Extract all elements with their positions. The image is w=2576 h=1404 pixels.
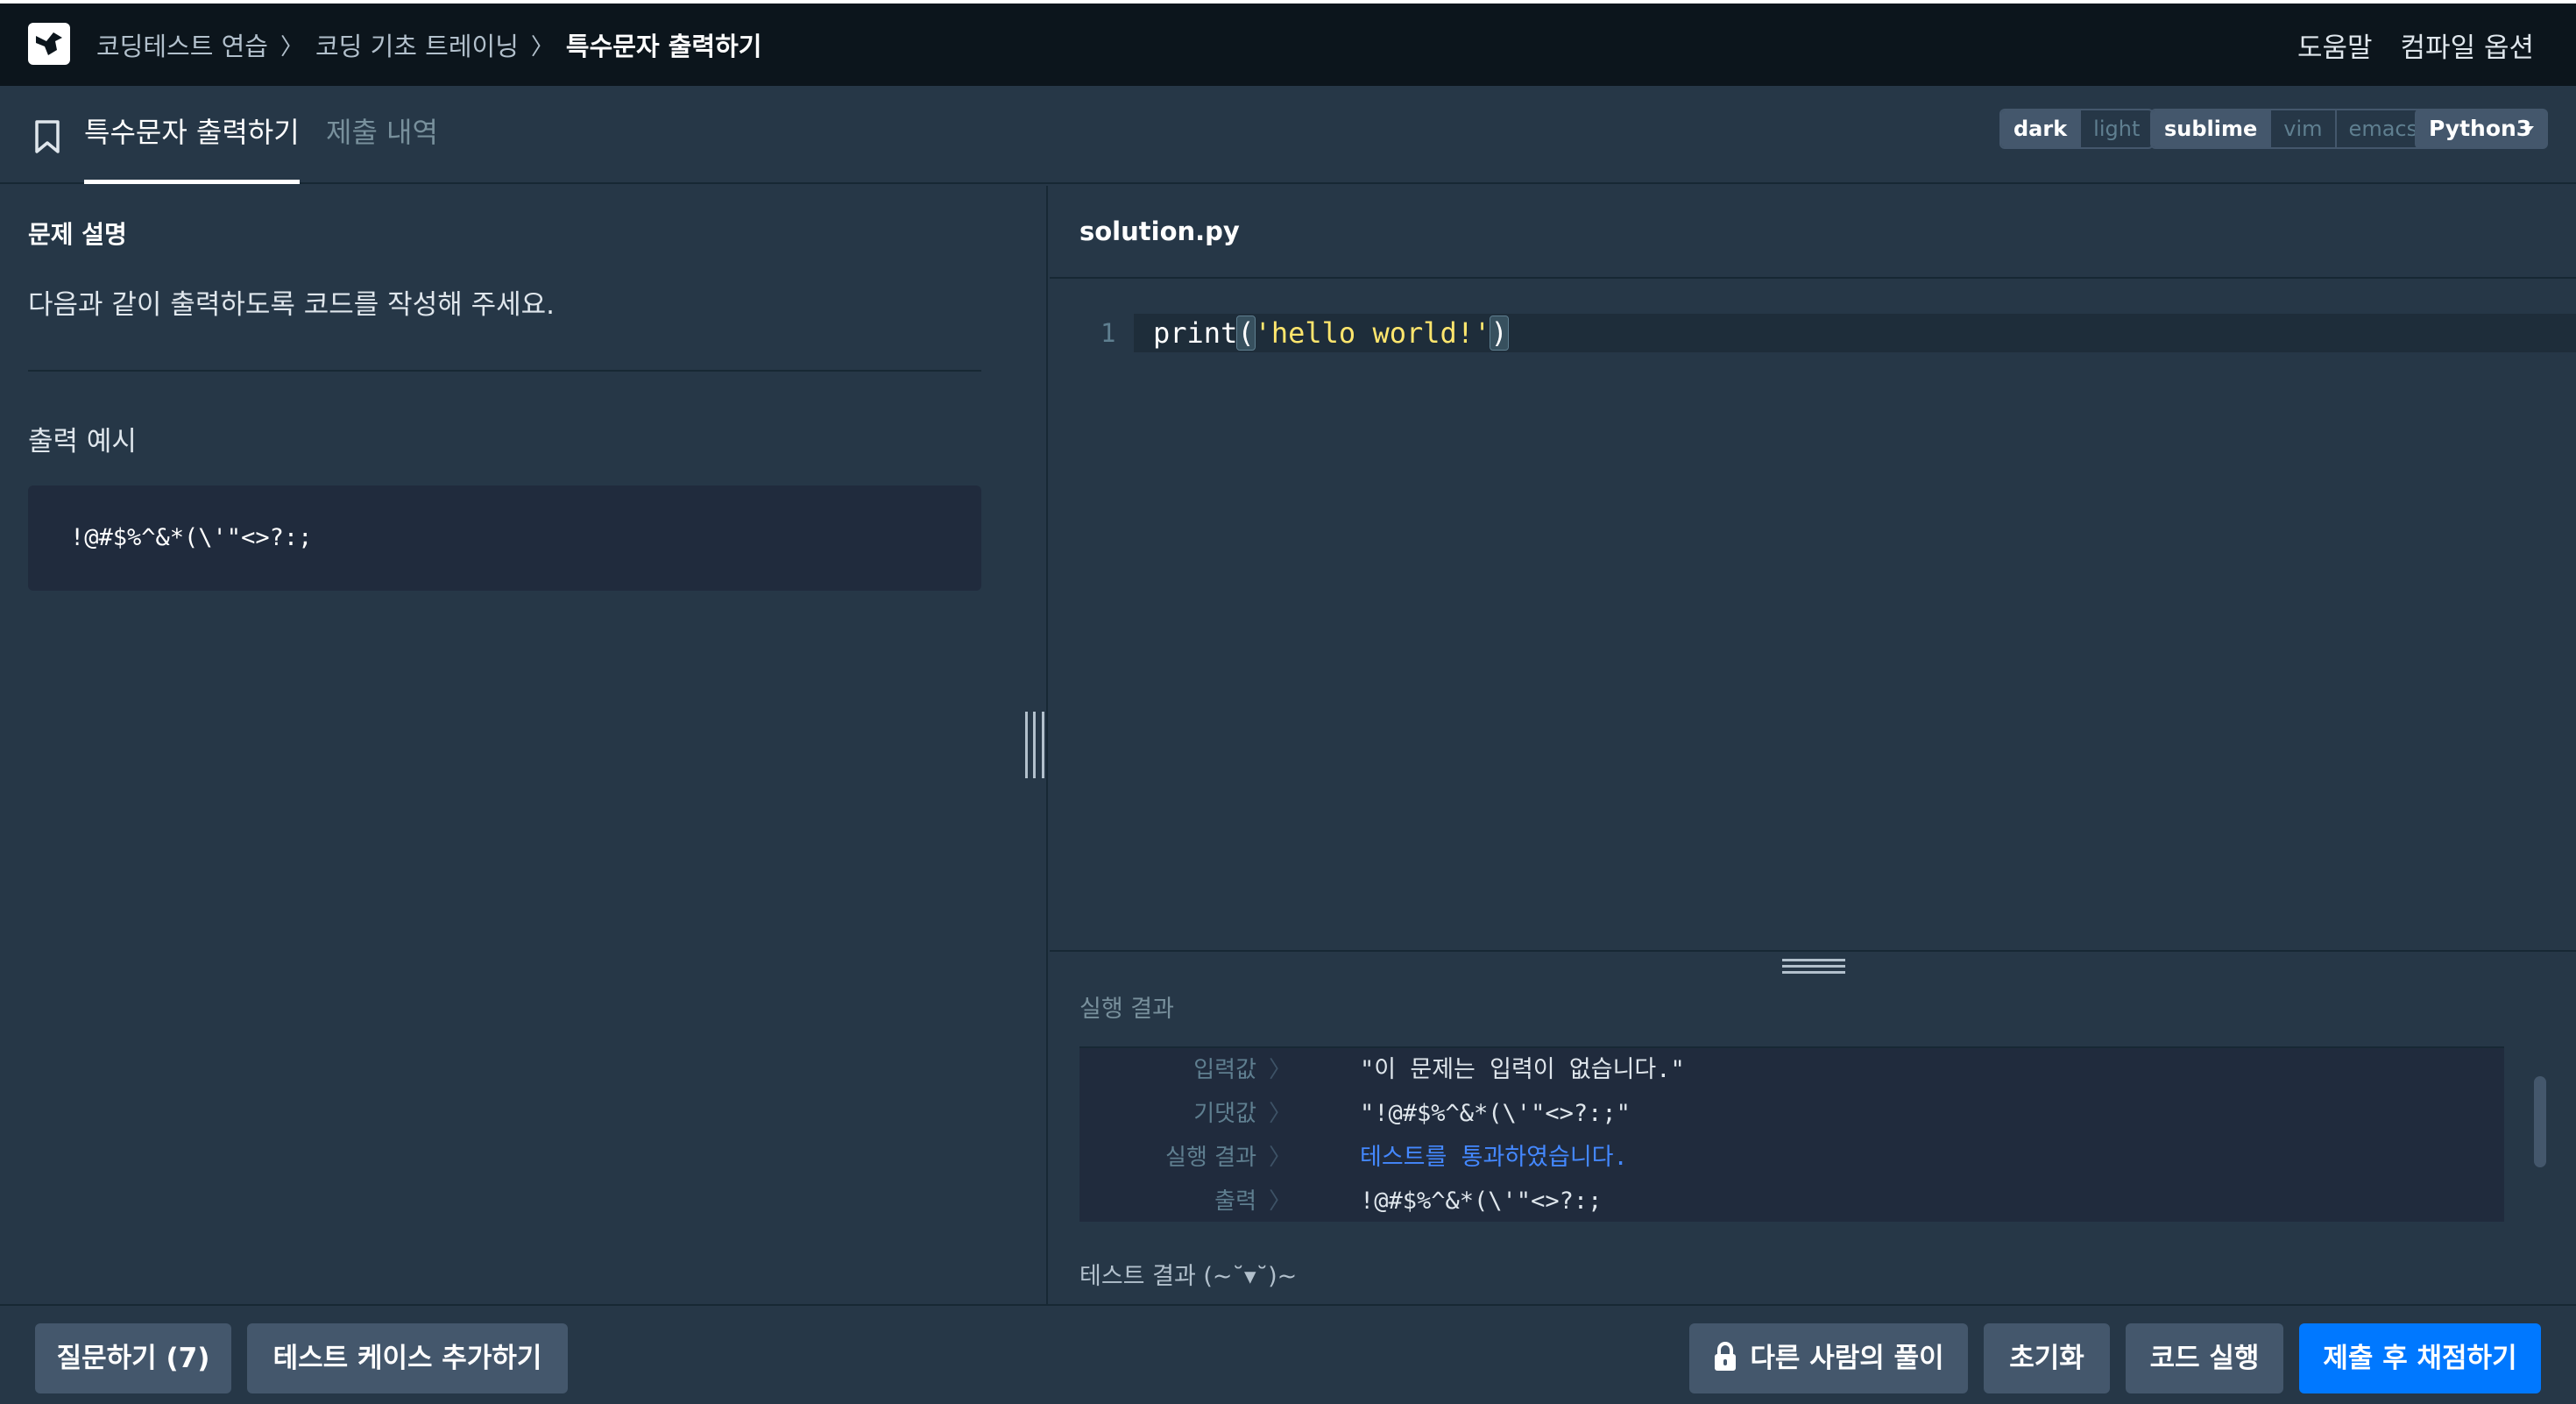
problem-section-title: 문제 설명 bbox=[28, 220, 127, 249]
example-output: !@#$%^&*(\'"<>?:; bbox=[70, 524, 313, 551]
test-summary: 테스트 결과 (~˘▾˘)~ bbox=[1079, 1263, 1298, 1290]
breadcrumb-current: 특수문자 출력하기 bbox=[565, 32, 762, 61]
code-string: 'hello world!' bbox=[1254, 316, 1491, 350]
lock-icon bbox=[1715, 1341, 1737, 1371]
result-resize-handle[interactable] bbox=[1782, 959, 1845, 975]
result-value: "이 문제는 입력이 없습니다." bbox=[1360, 1056, 1685, 1083]
result-value: !@#$%^&*(\'"<>?:; bbox=[1360, 1188, 1603, 1215]
top-navigation-bar: 코딩테스트 연습 〉 코딩 기초 트레이닝 〉 특수문자 출력하기 도움말 컴파… bbox=[0, 0, 2576, 86]
problem-panel: 문제 설명 다음과 같이 출력하도록 코드를 작성해 주세요. 출력 예시 !@… bbox=[0, 186, 1048, 1304]
result-label: 기댓값 bbox=[1193, 1101, 1256, 1127]
editor-file-header: solution.py bbox=[1050, 186, 2576, 279]
panel-resize-handle[interactable] bbox=[1025, 712, 1044, 778]
help-link[interactable]: 도움말 bbox=[2297, 25, 2373, 65]
code-close-paren: ) bbox=[1490, 316, 1509, 351]
code-line[interactable]: print('hello world!') bbox=[1153, 314, 1509, 352]
chevron-right-icon: 〉 bbox=[1269, 1145, 1292, 1171]
result-scrollbar[interactable] bbox=[2534, 1076, 2546, 1167]
result-panel: 실행 결과 입력값 〉 "이 문제는 입력이 없습니다." 기댓값 〉 "!@#… bbox=[1050, 950, 2576, 1304]
breadcrumb: 코딩테스트 연습 〉 코딩 기초 트레이닝 〉 특수문자 출력하기 bbox=[96, 4, 761, 86]
breadcrumb-separator: 〉 bbox=[530, 33, 554, 60]
others-solutions-label: 다른 사람의 풀이 bbox=[1750, 1343, 1944, 1374]
result-row-input: 입력값 〉 "이 문제는 입력이 없습니다." bbox=[1079, 1048, 2504, 1092]
programmers-logo-icon[interactable] bbox=[28, 23, 70, 65]
example-output-box: !@#$%^&*(\'"<>?:; bbox=[28, 486, 981, 591]
tab-submissions[interactable]: 제출 내역 bbox=[326, 86, 438, 184]
breadcrumb-item-basic-training[interactable]: 코딩 기초 트레이닝 bbox=[315, 26, 519, 63]
compile-options-link[interactable]: 컴파일 옵션 bbox=[2401, 25, 2534, 65]
bookmark-icon[interactable] bbox=[33, 119, 61, 154]
chevron-right-icon: 〉 bbox=[1269, 1101, 1292, 1127]
theme-option-dark[interactable]: dark bbox=[2001, 110, 2080, 147]
result-output-box: 입력값 〉 "이 문제는 입력이 없습니다." 기댓값 〉 "!@#$%^&*(… bbox=[1079, 1046, 2504, 1222]
file-name: solution.py bbox=[1079, 216, 1240, 246]
language-select[interactable]: Python3 bbox=[2415, 109, 2548, 149]
breadcrumb-item-coding-test[interactable]: 코딩테스트 연습 bbox=[96, 26, 268, 63]
chevron-down-icon bbox=[2523, 126, 2534, 132]
result-value: "!@#$%^&*(\'"<>?:;" bbox=[1360, 1100, 1631, 1127]
breadcrumb-separator: 〉 bbox=[280, 33, 303, 60]
result-title: 실행 결과 bbox=[1079, 996, 1174, 1023]
chevron-right-icon: 〉 bbox=[1269, 1188, 1292, 1215]
keymap-option-sublime[interactable]: sublime bbox=[2152, 110, 2270, 147]
theme-toggle: dark light bbox=[1999, 109, 2155, 149]
result-label: 입력값 bbox=[1193, 1057, 1256, 1083]
topbar-links: 도움말 컴파일 옵션 bbox=[2297, 4, 2534, 86]
chevron-right-icon: 〉 bbox=[1269, 1057, 1292, 1083]
theme-option-light[interactable]: light bbox=[2079, 110, 2152, 147]
result-row-output: 출력 〉 !@#$%^&*(\'"<>?:; bbox=[1079, 1180, 2504, 1223]
result-label: 실행 결과 bbox=[1165, 1145, 1256, 1171]
example-title: 출력 예시 bbox=[28, 426, 137, 457]
submit-button[interactable]: 제출 후 채점하기 bbox=[2299, 1323, 2541, 1393]
code-open-paren: ( bbox=[1236, 316, 1256, 351]
add-test-case-button[interactable]: 테스트 케이스 추가하기 bbox=[247, 1323, 568, 1393]
result-pass-message: 테스트를 통과하였습니다. bbox=[1360, 1144, 1628, 1171]
run-code-button[interactable]: 코드 실행 bbox=[2126, 1323, 2283, 1393]
result-label: 출력 bbox=[1214, 1188, 1256, 1215]
result-row-status: 실행 결과 〉 테스트를 통과하였습니다. bbox=[1079, 1136, 2504, 1180]
code-editor[interactable]: 1 print('hello world!') bbox=[1050, 280, 2576, 950]
bottom-action-bar: 질문하기 (7) 테스트 케이스 추가하기 다른 사람의 풀이 초기화 코드 실… bbox=[0, 1304, 2576, 1404]
line-number: 1 bbox=[1100, 318, 1116, 348]
divider bbox=[28, 370, 981, 372]
tab-problem[interactable]: 특수문자 출력하기 bbox=[84, 86, 300, 184]
ask-question-button[interactable]: 질문하기 (7) bbox=[35, 1323, 231, 1393]
keymap-toggle: sublime vim emacs bbox=[2150, 109, 2432, 149]
reset-button[interactable]: 초기화 bbox=[1984, 1323, 2110, 1393]
language-select-value: Python3 bbox=[2429, 116, 2532, 141]
keymap-option-vim[interactable]: vim bbox=[2269, 110, 2334, 147]
problem-description: 다음과 같이 출력하도록 코드를 작성해 주세요. bbox=[28, 289, 556, 321]
others-solutions-button[interactable]: 다른 사람의 풀이 bbox=[1689, 1323, 1968, 1393]
code-function: print bbox=[1153, 316, 1238, 350]
result-row-expected: 기댓값 〉 "!@#$%^&*(\'"<>?:;" bbox=[1079, 1092, 2504, 1136]
